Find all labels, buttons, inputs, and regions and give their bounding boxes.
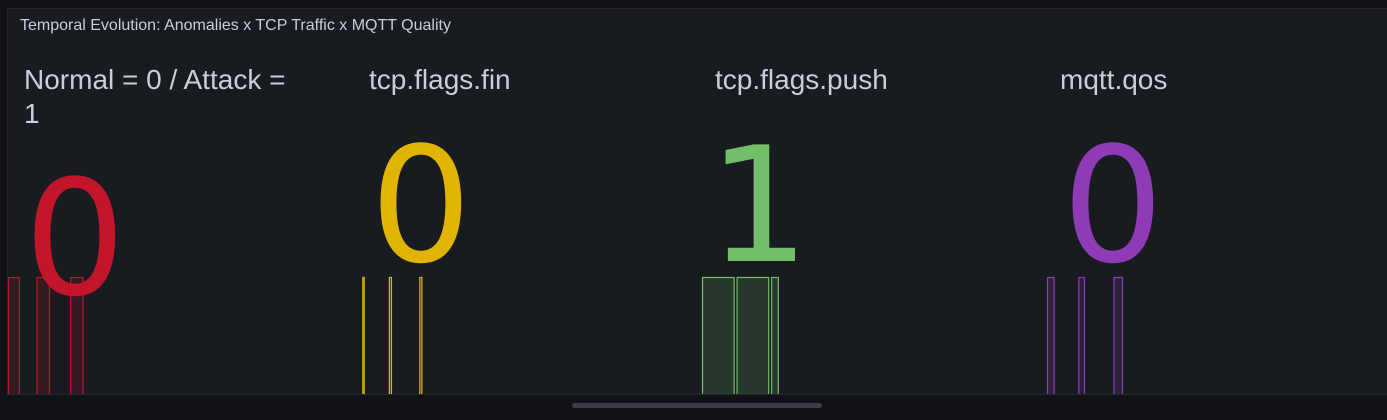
stat-name-tcp-push: tcp.flags.push — [715, 64, 888, 95]
stat-name-mqtt-qos: mqtt.qos — [1060, 64, 1168, 95]
sparkline-attack — [8, 276, 84, 394]
sparkline-mqtt-qos — [1046, 276, 1124, 394]
stat-name-attack-line1: Normal = 0 / Attack = — [24, 64, 286, 95]
stat-name-attack: Normal = 0 / Attack = 1 — [24, 63, 334, 131]
sparkline-spike — [419, 276, 423, 394]
sparkline-spike — [1046, 276, 1055, 394]
sparkline-tcp-push — [701, 276, 779, 394]
sparkline-spike — [388, 276, 393, 394]
stat-name-tcp-fin: tcp.flags.fin — [369, 64, 511, 95]
sparkline-spike — [701, 276, 735, 394]
sparkline-spike — [1113, 276, 1124, 394]
stat-value-mqtt-qos: 0 — [1062, 112, 1164, 299]
stat-value-tcp-fin: 0 — [370, 112, 472, 299]
sparkline-spike — [771, 276, 779, 394]
sparkline-spike — [70, 276, 84, 394]
sparkline-spike — [736, 276, 770, 394]
sparkline-spike — [8, 276, 20, 394]
stat-name-attack-line2: 1 — [24, 98, 40, 129]
sparkline-spike — [1078, 276, 1086, 394]
sparkline-spike — [362, 276, 365, 394]
panel-title[interactable]: Temporal Evolution: Anomalies x TCP Traf… — [20, 17, 451, 35]
stat-value-tcp-push: 1 — [708, 112, 810, 299]
sparkline-spike — [36, 276, 51, 394]
horizontal-scrollbar[interactable] — [572, 403, 822, 408]
sparkline-tcp-fin — [362, 276, 423, 394]
stat-panel: Temporal Evolution: Anomalies x TCP Traf… — [7, 8, 1387, 395]
